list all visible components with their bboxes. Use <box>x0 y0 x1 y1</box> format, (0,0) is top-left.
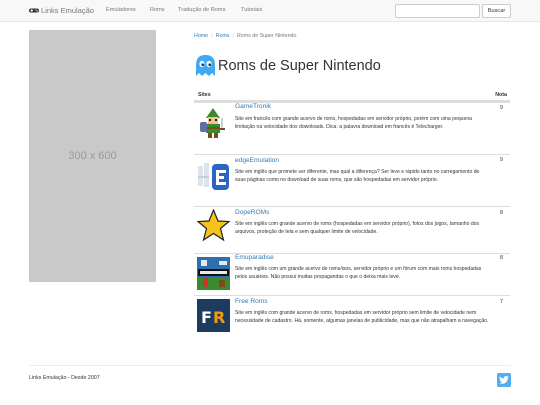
footer-text: Links Emulação - Desde 2007 <box>29 375 100 381</box>
gametronik-logo[interactable] <box>197 106 230 139</box>
page-title: Roms de Super Nintendo <box>218 57 381 74</box>
pacman-ghost-icon <box>196 55 215 76</box>
gamepad-icon <box>29 8 39 13</box>
site-name-link[interactable]: DopeROMs <box>235 209 269 216</box>
site-rating: 9 <box>500 157 503 163</box>
twitter-button[interactable] <box>497 373 511 387</box>
table-header: Sites Nota <box>194 88 510 102</box>
twitter-icon <box>499 376 509 384</box>
freeroms-logo[interactable]: F R <box>197 299 230 332</box>
site-name-link[interactable]: Emuparadise <box>235 254 274 261</box>
nav-link-traducao-de-roms[interactable]: Tradução de Roms <box>178 7 225 13</box>
site-description: Site em inglês que promete ser diferente… <box>235 169 480 184</box>
breadcrumb-current: Roms de Super Nintendo <box>236 33 297 39</box>
site-rating: 8 <box>500 255 503 261</box>
svg-text:F: F <box>201 308 212 327</box>
site-rating: 7 <box>500 299 503 305</box>
breadcrumb-roms[interactable]: Roms <box>216 33 230 39</box>
site-description: Site em inglês com grande acervo de roms… <box>235 221 480 236</box>
nav-link-emuladores[interactable]: Emuladores <box>106 7 136 13</box>
breadcrumb-separator: / <box>211 33 213 39</box>
site-description: Site em inglês com grande acervo de roms… <box>235 310 489 325</box>
site-description: Site em francês com grande acervo de rom… <box>235 116 472 131</box>
search-button[interactable]: Buscar <box>482 4 511 18</box>
edgeemulation-logo[interactable] <box>197 159 230 192</box>
site-rating: 9 <box>500 105 503 111</box>
breadcrumb-separator: / <box>232 33 234 39</box>
column-header-nota: Nota <box>495 92 507 98</box>
svg-text:R: R <box>213 308 225 327</box>
doperoms-star-logo[interactable] <box>197 209 230 242</box>
navbar: Links Emulação Emuladores Roms Tradução … <box>0 0 540 22</box>
site-name-link[interactable]: Free Roms <box>235 298 268 305</box>
table-row: edgeEmulation Site em inglês que promete… <box>194 154 510 206</box>
site-name-link[interactable]: GameTronik <box>235 103 271 110</box>
ad-placeholder[interactable]: 300 x 600 <box>29 30 156 282</box>
site-description: Site em inglês com um grande acervo de r… <box>235 266 482 281</box>
table-row: Emuparadise Site em inglês com um grande… <box>194 253 510 295</box>
ad-size-label: 300 x 600 <box>68 150 117 162</box>
site-name-link[interactable]: edgeEmulation <box>235 157 279 164</box>
brand-label: Links Emulação <box>41 6 94 15</box>
nav-link-roms[interactable]: Roms <box>150 7 165 13</box>
breadcrumb-home[interactable]: Home <box>194 33 208 39</box>
sites-table: Sites Nota GameTronik Site em francês co… <box>194 88 510 339</box>
column-header-sites: Sites <box>198 92 211 98</box>
table-row: F R Free Roms Site em inglês com grande … <box>194 295 510 339</box>
table-row: GameTronik Site em francês com grande ac… <box>194 102 510 154</box>
nav-link-tutoriais[interactable]: Tutoriais <box>241 7 262 13</box>
page-header: Roms de Super Nintendo <box>195 54 381 77</box>
site-rating: 8 <box>500 210 503 216</box>
footer-divider <box>29 365 511 366</box>
breadcrumb: Home / Roms / Roms de Super Nintendo <box>194 33 296 39</box>
table-row: DopeROMs Site em inglês com grande acerv… <box>194 206 510 253</box>
brand[interactable]: Links Emulação <box>29 6 94 15</box>
search-input[interactable] <box>395 4 480 18</box>
emuparadise-logo[interactable] <box>197 257 230 290</box>
